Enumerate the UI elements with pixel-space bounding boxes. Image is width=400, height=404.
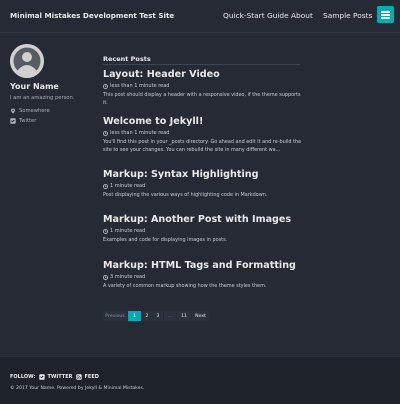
pagination: Previous 1 2 3 ... 11 Next bbox=[103, 311, 210, 321]
post-title-link[interactable]: Markup: Another Post with Images bbox=[103, 214, 313, 226]
pagination-page-11[interactable]: 11 bbox=[177, 311, 192, 321]
post-meta: less than 1 minute read bbox=[103, 82, 313, 90]
post-excerpt: A variety of common markup showing how t… bbox=[103, 283, 267, 289]
footer-follow: FOLLOW: TWITTER FEED bbox=[10, 374, 99, 380]
post-item: Layout: Header Video less than 1 minute … bbox=[103, 69, 313, 107]
post-title-link[interactable]: Layout: Header Video bbox=[103, 69, 313, 81]
author-twitter-label: Twitter bbox=[19, 118, 37, 124]
author-location: Somewhere bbox=[10, 108, 50, 114]
clock-icon bbox=[103, 274, 108, 280]
post-excerpt: You'll find this post in your _posts dir… bbox=[103, 139, 302, 153]
avatar bbox=[10, 44, 44, 78]
pagination-ellipsis: ... bbox=[164, 311, 177, 321]
twitter-square-icon bbox=[39, 374, 46, 380]
copyright-text: © 2017 Your Name. Powered by Jekyll & Mi… bbox=[10, 386, 145, 391]
masthead: Minimal Mistakes Development Test Site Q… bbox=[0, 0, 400, 33]
map-marker-icon bbox=[10, 108, 16, 114]
nav-link-quick-start-guide[interactable]: Quick-Start Guide bbox=[223, 11, 289, 20]
nav-link-sample-posts[interactable]: Sample Posts bbox=[323, 11, 372, 20]
site-title[interactable]: Minimal Mistakes Development Test Site bbox=[10, 11, 174, 20]
clock-icon bbox=[103, 183, 108, 189]
post-item: Markup: HTML Tags and Formatting 3 minut… bbox=[103, 260, 313, 290]
rss-square-icon bbox=[76, 374, 83, 380]
post-item: Markup: Syntax Highlighting 1 minute rea… bbox=[103, 169, 313, 199]
nav-link-about[interactable]: About bbox=[291, 11, 313, 20]
post-read-time: less than 1 minute read bbox=[110, 130, 170, 136]
twitter-icon bbox=[10, 118, 16, 124]
post-meta: 3 minute read bbox=[103, 273, 313, 281]
author-bio: I am an amazing person. bbox=[10, 95, 75, 101]
section-divider bbox=[103, 64, 300, 65]
post-title-link[interactable]: Markup: Syntax Highlighting bbox=[103, 169, 313, 181]
follow-label: FOLLOW: bbox=[10, 374, 36, 380]
post-meta: 1 minute read bbox=[103, 227, 313, 235]
footer-twitter-label: TWITTER bbox=[47, 374, 73, 380]
post-read-time: 3 minute read bbox=[110, 274, 146, 280]
clock-icon bbox=[103, 130, 108, 136]
author-location-label: Somewhere bbox=[19, 108, 50, 114]
recent-posts-heading: Recent Posts bbox=[103, 55, 151, 63]
menu-toggle-button[interactable] bbox=[377, 6, 394, 23]
clock-icon bbox=[103, 83, 108, 89]
pagination-page-2[interactable]: 2 bbox=[142, 311, 153, 321]
post-excerpt: This post should display a header with a… bbox=[103, 92, 301, 106]
post-title-link[interactable]: Welcome to Jekyll! bbox=[103, 116, 313, 128]
footer-feed-label: FEED bbox=[84, 374, 99, 380]
post-title-link[interactable]: Markup: HTML Tags and Formatting bbox=[103, 260, 313, 272]
post-read-time: 1 minute read bbox=[110, 183, 146, 189]
post-item: Welcome to Jekyll! less than 1 minute re… bbox=[103, 116, 313, 154]
hamburger-menu-icon bbox=[381, 11, 390, 13]
clock-icon bbox=[103, 228, 108, 234]
post-excerpt: Examples and code for displaying images … bbox=[103, 237, 228, 243]
post-read-time: 1 minute read bbox=[110, 228, 146, 234]
pagination-previous: Previous bbox=[103, 311, 128, 321]
post-excerpt: Post displaying the various ways of high… bbox=[103, 192, 268, 198]
post-meta: less than 1 minute read bbox=[103, 129, 313, 137]
author-name: Your Name bbox=[10, 82, 59, 91]
page-footer: FOLLOW: TWITTER FEED © 2017 Your Name. P… bbox=[0, 356, 400, 404]
post-item: Markup: Another Post with Images 1 minut… bbox=[103, 214, 313, 244]
default-avatar-icon bbox=[10, 44, 44, 78]
author-twitter-link[interactable]: Twitter bbox=[10, 118, 36, 124]
pagination-next[interactable]: Next bbox=[192, 311, 210, 321]
footer-twitter-link[interactable]: TWITTER bbox=[39, 374, 72, 380]
post-meta: 1 minute read bbox=[103, 182, 313, 190]
pagination-page-1[interactable]: 1 bbox=[128, 311, 142, 321]
footer-feed-link[interactable]: FEED bbox=[76, 374, 99, 380]
pagination-page-3[interactable]: 3 bbox=[153, 311, 164, 321]
post-read-time: less than 1 minute read bbox=[110, 83, 170, 89]
